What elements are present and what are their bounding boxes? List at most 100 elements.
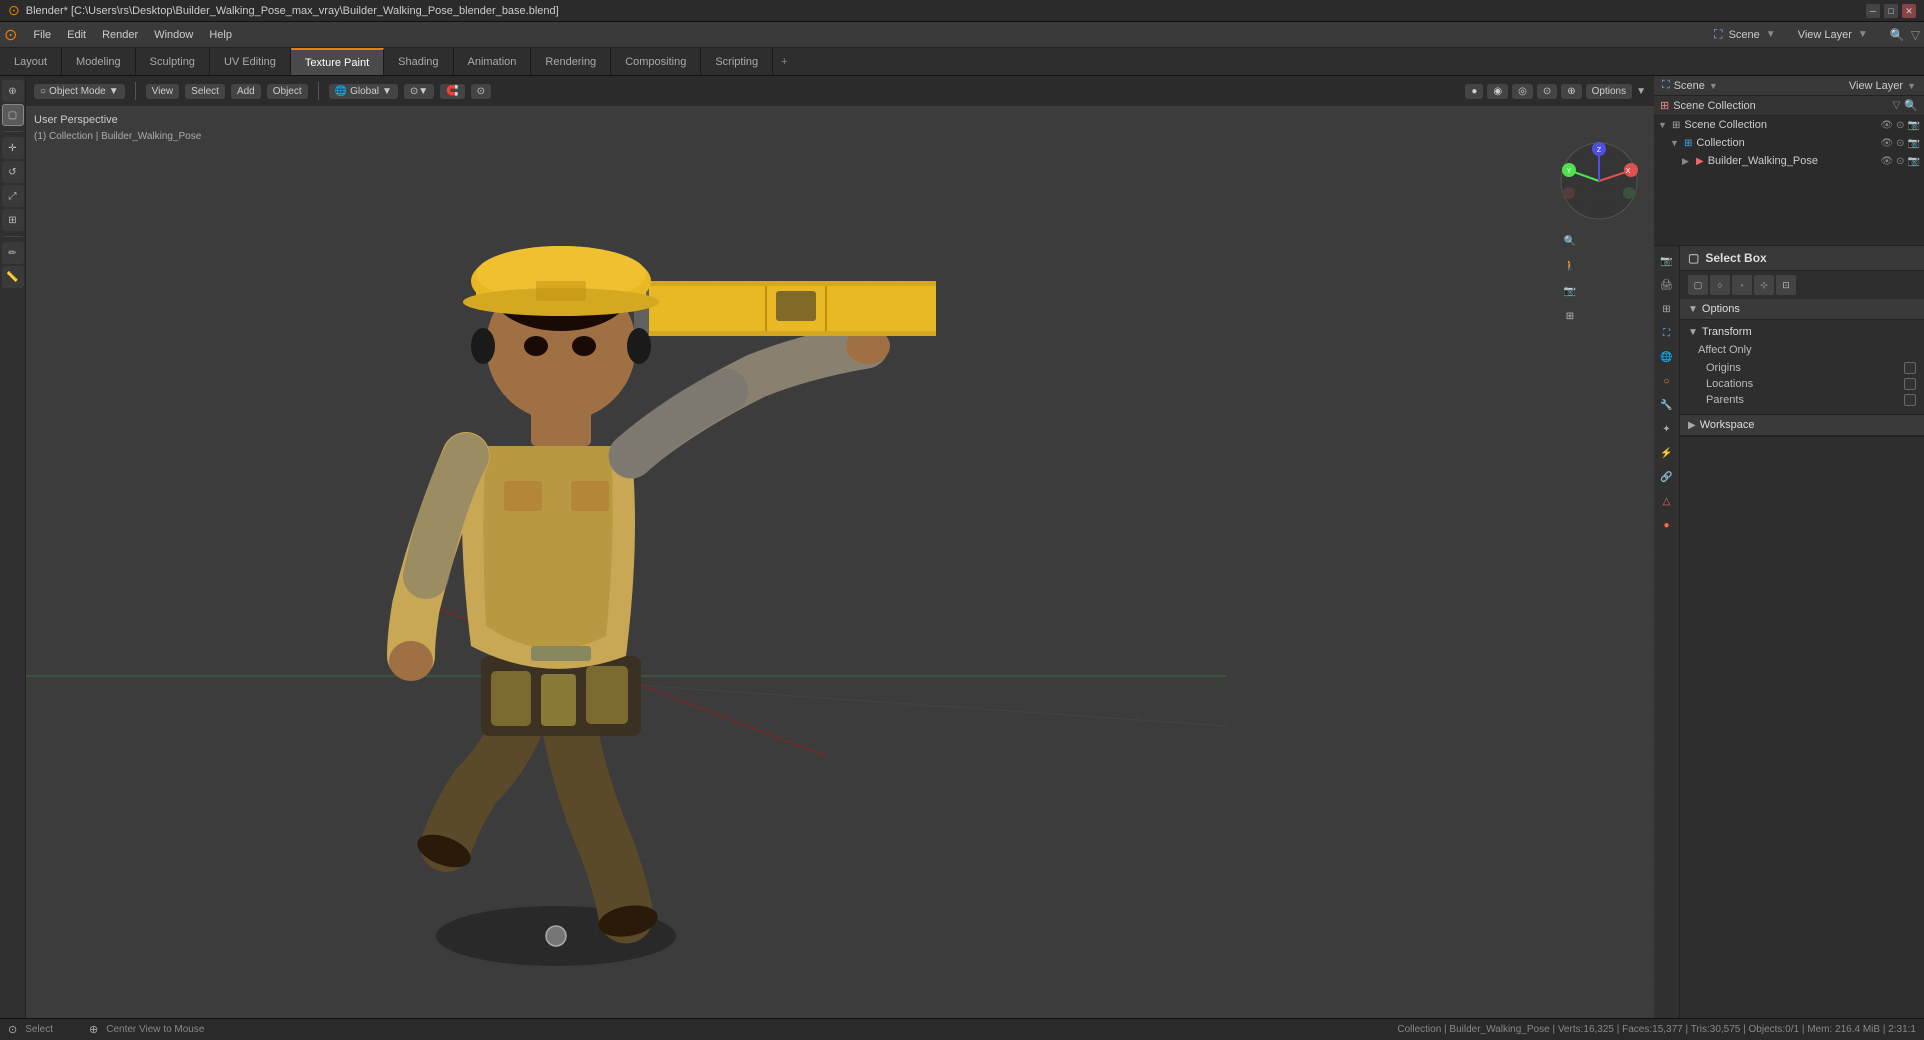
col-render[interactable]: 📷 — [1908, 138, 1920, 149]
outliner-item-collection[interactable]: ▼ ⊞ Collection 👁 ⊙ 📷 — [1654, 134, 1924, 152]
view-layer-prop-dropdown[interactable]: ▼ — [1907, 81, 1916, 91]
tool-icon-2[interactable]: ○ — [1710, 275, 1730, 295]
object-menu[interactable]: Object — [267, 84, 308, 99]
engine-search-icon[interactable]: 🔍 — [1890, 28, 1905, 42]
tool-measure[interactable]: 📏 — [2, 266, 24, 288]
options-section-header[interactable]: ▼ Options — [1680, 299, 1924, 320]
prop-icon-particle[interactable]: ✦ — [1656, 418, 1678, 440]
view-layer-label[interactable]: View Layer — [1798, 29, 1852, 41]
zoom-in-btn[interactable]: 🔍 — [1559, 230, 1581, 252]
walk-mode-btn[interactable]: 🚶 — [1559, 255, 1581, 277]
options-dropdown[interactable]: ▼ — [1636, 86, 1646, 97]
locations-checkbox[interactable] — [1904, 378, 1916, 390]
prop-icon-physics[interactable]: ⚡ — [1656, 442, 1678, 464]
mode-selector[interactable]: ○ Object Mode ▼ — [34, 84, 125, 99]
tool-rotate[interactable]: ↺ — [2, 161, 24, 183]
tab-scripting[interactable]: Scripting — [701, 48, 773, 75]
col-eye[interactable]: 👁 — [1880, 138, 1893, 149]
transform-pivot[interactable]: ⊙▼ — [404, 84, 434, 99]
outliner-item-scene-collection[interactable]: ▼ ⊞ Scene Collection 👁 ⊙ 📷 — [1654, 116, 1924, 134]
parents-checkbox[interactable] — [1904, 394, 1916, 406]
menu-help[interactable]: Help — [201, 27, 240, 43]
tab-sculpting[interactable]: Sculpting — [136, 48, 210, 75]
menu-render[interactable]: Render — [94, 27, 146, 43]
tool-icon-4[interactable]: ⊹ — [1754, 275, 1774, 295]
viewport-shading-material[interactable]: ◉ — [1487, 84, 1508, 99]
viewport-shading-rendered[interactable]: ◎ — [1512, 84, 1533, 99]
tool-select-box[interactable]: ▢ — [2, 104, 24, 126]
prop-icon-world[interactable]: 🌐 — [1656, 346, 1678, 368]
snap-toggle[interactable]: 🧲 — [440, 84, 464, 99]
outliner-item-builder[interactable]: ▶ ▶ Builder_Walking_Pose 👁 ⊙ 📷 — [1654, 152, 1924, 170]
ortho-btn[interactable]: ⊞ — [1559, 305, 1581, 327]
prop-icon-constraint[interactable]: 🔗 — [1656, 466, 1678, 488]
tool-icon-3[interactable]: ◦ — [1732, 275, 1752, 295]
scene-dropdown[interactable]: ▼ — [1766, 29, 1776, 40]
tab-layout[interactable]: Layout — [0, 48, 62, 75]
mode-dropdown[interactable]: ▼ — [109, 86, 119, 97]
origins-row: Origins — [1698, 360, 1916, 376]
tool-transform[interactable]: ⊞ — [2, 209, 24, 231]
options-button[interactable]: Options — [1586, 84, 1632, 99]
prop-icon-output[interactable]: 🖨 — [1656, 274, 1678, 296]
viewport-3d[interactable]: ○ Object Mode ▼ View Select Add Object 🌐… — [26, 76, 1654, 1018]
transform-section: ▼ Transform Affect Only Origins Loc — [1680, 320, 1924, 415]
scene-col-render[interactable]: 📷 — [1908, 120, 1920, 131]
scene-col-select[interactable]: ⊙ — [1896, 120, 1904, 131]
viewport-header: ○ Object Mode ▼ View Select Add Object 🌐… — [26, 76, 1654, 106]
prop-icon-data[interactable]: △ — [1656, 490, 1678, 512]
col-select[interactable]: ⊙ — [1896, 138, 1904, 149]
filter-icon[interactable]: ▽ — [1911, 28, 1920, 42]
scene-collection-label: Scene Collection — [1684, 119, 1767, 131]
menu-file[interactable]: File — [25, 27, 59, 43]
view-menu[interactable]: View — [146, 84, 180, 99]
tool-icon-5[interactable]: ⊡ — [1776, 275, 1796, 295]
prop-icon-render[interactable]: 📷 — [1656, 250, 1678, 272]
outliner-search-icon[interactable]: 🔍 — [1904, 99, 1918, 112]
tool-move[interactable]: ✛ — [2, 137, 24, 159]
prop-icon-object[interactable]: ○ — [1656, 370, 1678, 392]
tab-shading[interactable]: Shading — [384, 48, 453, 75]
tab-texture-paint[interactable]: Texture Paint — [291, 48, 384, 75]
builder-eye[interactable]: 👁 — [1880, 156, 1893, 167]
close-btn[interactable]: ✕ — [1902, 4, 1916, 18]
select-menu[interactable]: Select — [185, 84, 225, 99]
tab-animation[interactable]: Animation — [454, 48, 532, 75]
viewport-shading-solid[interactable]: ● — [1465, 84, 1483, 99]
prop-icon-scene[interactable]: ⛶ — [1656, 322, 1678, 344]
tool-annotate[interactable]: ✏ — [2, 242, 24, 264]
gizmo-toggle[interactable]: ⊕ — [1561, 84, 1581, 99]
add-menu[interactable]: Add — [231, 84, 261, 99]
scene-dropdown-icon[interactable]: ▼ — [1709, 81, 1718, 91]
outliner-filter-icon[interactable]: ▽ — [1893, 100, 1901, 111]
tool-icon-1[interactable]: ▢ — [1688, 275, 1708, 295]
prop-icon-material[interactable]: ● — [1656, 514, 1678, 536]
overlay-toggle[interactable]: ⊙ — [1537, 84, 1557, 99]
tab-compositing[interactable]: Compositing — [611, 48, 701, 75]
workspace-header[interactable]: ▶ Workspace — [1680, 415, 1924, 436]
view-layer-dropdown[interactable]: ▼ — [1858, 29, 1868, 40]
tab-add[interactable]: + — [773, 48, 795, 75]
locations-label: Locations — [1706, 378, 1753, 390]
menu-edit[interactable]: Edit — [59, 27, 94, 43]
minimize-btn[interactable]: ─ — [1866, 4, 1880, 18]
transform-dropdown[interactable]: ▼ — [382, 86, 392, 97]
scene-col-eye[interactable]: 👁 — [1880, 120, 1893, 131]
builder-render[interactable]: 📷 — [1908, 156, 1920, 167]
builder-select[interactable]: ⊙ — [1896, 156, 1904, 167]
tab-rendering[interactable]: Rendering — [531, 48, 611, 75]
proportional-edit[interactable]: ⊙ — [471, 84, 491, 99]
tab-modeling[interactable]: Modeling — [62, 48, 136, 75]
maximize-btn[interactable]: □ — [1884, 4, 1898, 18]
tool-cursor[interactable]: ⊕ — [2, 80, 24, 102]
camera-btn[interactable]: 📷 — [1559, 280, 1581, 302]
properties-section: 📷 🖨 ⊞ ⛶ 🌐 ○ 🔧 ✦ ⚡ 🔗 △ ● ▢ Select Box — [1654, 246, 1924, 1018]
tool-scale[interactable]: ⤢ — [2, 185, 24, 207]
tab-uv-editing[interactable]: UV Editing — [210, 48, 291, 75]
prop-icon-view-layer[interactable]: ⊞ — [1656, 298, 1678, 320]
scene-label[interactable]: Scene — [1729, 29, 1760, 41]
origins-checkbox[interactable] — [1904, 362, 1916, 374]
transform-space[interactable]: 🌐 Global ▼ — [329, 84, 398, 99]
prop-icon-modifier[interactable]: 🔧 — [1656, 394, 1678, 416]
menu-window[interactable]: Window — [146, 27, 201, 43]
